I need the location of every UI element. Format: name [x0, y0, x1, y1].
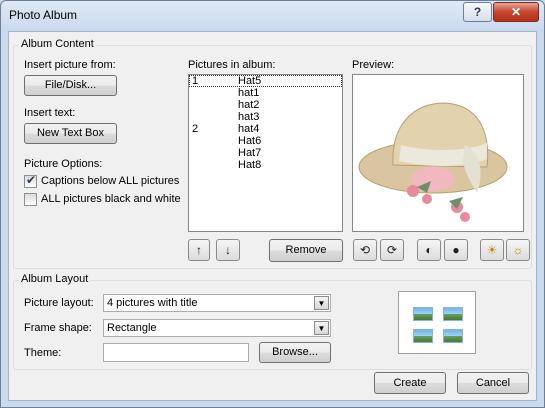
- picture-layout-label: Picture layout:: [24, 297, 94, 309]
- list-item[interactable]: 1 Hat5: [189, 75, 342, 87]
- frame-shape-value: Rectangle: [107, 322, 157, 334]
- rotate-right-button[interactable]: ⟳: [380, 239, 404, 261]
- frame-shape-label: Frame shape:: [24, 322, 92, 334]
- contrast-down-button[interactable]: ●: [444, 239, 468, 261]
- move-down-icon: ↓: [225, 243, 231, 257]
- preview-image: [352, 74, 524, 232]
- photo-album-dialog: Photo Album ? ✕ Album Content Insert pic…: [0, 0, 545, 408]
- list-item-name: hat4: [238, 123, 260, 135]
- picture-layout-value: 4 pictures with title: [107, 297, 198, 309]
- list-item-name: hat3: [238, 111, 260, 123]
- list-item[interactable]: Hat6: [189, 135, 342, 147]
- dialog-title: Photo Album: [9, 8, 78, 22]
- pictures-in-album-label: Pictures in album:: [188, 59, 276, 71]
- picture-options-label: Picture Options:: [24, 158, 103, 170]
- list-item-number: 1: [192, 75, 199, 87]
- captions-checkbox-label[interactable]: Captions below ALL pictures: [41, 175, 179, 187]
- picture-layout-dropdown[interactable]: 4 pictures with title ▼: [103, 294, 331, 312]
- black-white-checkbox[interactable]: [24, 193, 37, 206]
- list-item-name: Hat5: [238, 75, 262, 87]
- list-item-name: hat1: [238, 87, 260, 99]
- brightness-up-button[interactable]: ☀: [480, 239, 504, 261]
- rotate-left-icon: ⟲: [359, 243, 371, 257]
- contrast-up-button[interactable]: ◐: [417, 239, 441, 261]
- move-up-icon: ↑: [196, 243, 202, 257]
- chevron-down-icon[interactable]: ▼: [314, 321, 329, 335]
- checkmark-icon: ✔: [26, 173, 37, 187]
- browse-button-label: Browse...: [272, 346, 318, 358]
- remove-button-label: Remove: [285, 244, 327, 256]
- pictures-listbox[interactable]: 1 Hat5 hat1 hat2 hat3 2 hat4 Hat6 Hat7 Hat8: [188, 74, 343, 232]
- new-text-box-button[interactable]: New Text Box: [24, 123, 117, 144]
- hat-photo-icon: [353, 75, 523, 231]
- frame-shape-dropdown[interactable]: Rectangle ▼: [103, 319, 331, 337]
- list-item[interactable]: hat1: [189, 87, 342, 99]
- list-item[interactable]: hat2: [189, 99, 342, 111]
- rotate-left-button[interactable]: ⟲: [353, 239, 377, 261]
- album-content-title: Album Content: [19, 38, 96, 50]
- list-item[interactable]: Hat8: [189, 159, 342, 171]
- list-item-name: Hat8: [238, 159, 262, 171]
- help-button[interactable]: ?: [463, 2, 492, 22]
- layout-preview: [398, 291, 476, 354]
- layout-thumb-icon: [413, 307, 433, 321]
- remove-button[interactable]: Remove: [269, 239, 343, 262]
- brightness-down-button[interactable]: ☼: [506, 239, 530, 261]
- contrast-down-icon: ●: [452, 243, 460, 257]
- cancel-button[interactable]: Cancel: [457, 372, 529, 394]
- list-item-name: hat2: [238, 99, 260, 111]
- list-item-name: Hat7: [238, 147, 262, 159]
- preview-label: Preview:: [352, 59, 395, 71]
- brightness-down-icon: ☼: [512, 243, 524, 257]
- theme-input[interactable]: [103, 343, 249, 362]
- create-button-label: Create: [393, 377, 427, 389]
- insert-text-label: Insert text:: [24, 107, 76, 119]
- list-item-name: Hat6: [238, 135, 262, 147]
- file-disk-button-label: File/Disk...: [44, 79, 97, 91]
- list-item[interactable]: Hat7: [189, 147, 342, 159]
- list-item[interactable]: hat3: [189, 111, 342, 123]
- dialog-client-area: Album Content Insert picture from: File/…: [8, 31, 537, 401]
- create-button[interactable]: Create: [374, 372, 446, 394]
- layout-thumb-icon: [413, 329, 433, 343]
- new-text-box-button-label: New Text Box: [36, 127, 105, 139]
- move-up-button[interactable]: ↑: [188, 239, 210, 261]
- captions-checkbox[interactable]: ✔: [24, 173, 37, 188]
- brightness-up-icon: ☀: [486, 243, 498, 257]
- chevron-down-icon[interactable]: ▼: [314, 296, 329, 310]
- file-disk-button[interactable]: File/Disk...: [24, 75, 117, 96]
- album-layout-title: Album Layout: [19, 273, 91, 285]
- list-item-number: 2: [192, 123, 199, 135]
- rotate-right-icon: ⟳: [386, 243, 398, 257]
- title-bar: Photo Album ? ✕: [1, 1, 544, 31]
- insert-picture-label: Insert picture from:: [24, 59, 116, 71]
- browse-button[interactable]: Browse...: [259, 342, 331, 363]
- move-down-button[interactable]: ↓: [216, 239, 240, 261]
- black-white-checkbox-label[interactable]: ALL pictures black and white: [41, 193, 181, 205]
- theme-label: Theme:: [24, 347, 62, 359]
- layout-thumb-icon: [443, 329, 463, 343]
- contrast-up-icon: ◐: [425, 243, 433, 257]
- list-item[interactable]: 2 hat4: [189, 123, 342, 135]
- close-button[interactable]: ✕: [493, 2, 539, 22]
- layout-thumb-icon: [443, 307, 463, 321]
- cancel-button-label: Cancel: [475, 377, 511, 389]
